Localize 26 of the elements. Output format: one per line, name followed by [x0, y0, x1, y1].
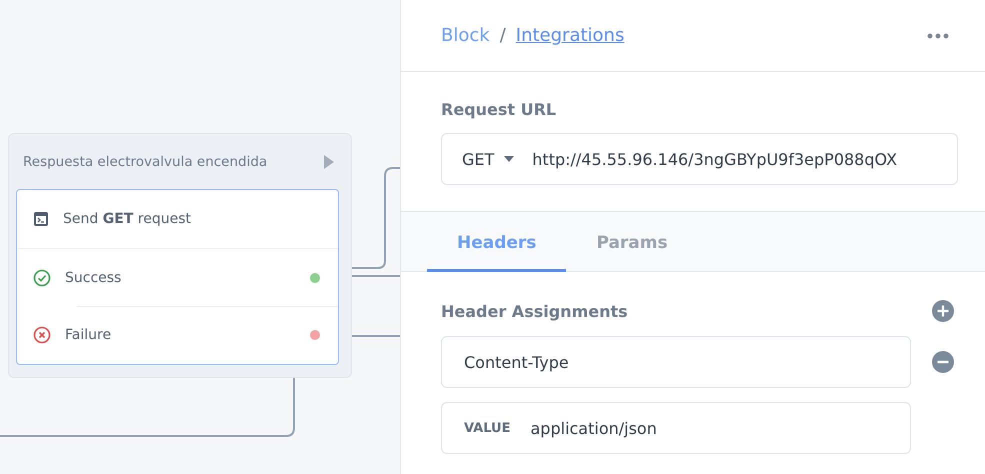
- flow-node-card[interactable]: Respuesta electrovalvula encendida Send GET request Success Failure: [8, 133, 352, 378]
- breadcrumb-separator: /: [500, 25, 506, 46]
- node-row-label: Send GET request: [63, 211, 192, 227]
- remove-icon[interactable]: [932, 351, 954, 373]
- add-icon[interactable]: [932, 300, 954, 322]
- play-icon[interactable]: [323, 154, 335, 170]
- node-row-label: Failure: [65, 327, 112, 343]
- check-circle-icon: [33, 268, 51, 286]
- method-dropdown[interactable]: GET: [462, 150, 514, 168]
- x-circle-icon: [33, 326, 51, 344]
- breadcrumb-link[interactable]: Integrations: [516, 25, 624, 46]
- more-icon[interactable]: [927, 32, 949, 38]
- node-row-label: Success: [65, 270, 122, 286]
- section-title: Header Assignments: [441, 302, 628, 320]
- terminal-icon: [33, 211, 49, 227]
- port-dot[interactable]: [310, 330, 320, 340]
- header-key-field[interactable]: Content-Type: [441, 336, 911, 388]
- connector-line: [352, 275, 400, 277]
- port-dot[interactable]: [310, 272, 320, 282]
- url-field[interactable]: GET http://45.55.96.146/3ngGBYpU9f3epP088qOX: [441, 133, 958, 185]
- field-label: Request URL: [441, 100, 558, 119]
- value-text: application/json: [530, 418, 657, 438]
- caret-icon: [504, 156, 514, 162]
- value-label: VALUE: [464, 420, 510, 436]
- header-value-field[interactable]: VALUE application/json: [441, 402, 911, 454]
- node-title: Respuesta electrovalvula encendida: [23, 154, 268, 170]
